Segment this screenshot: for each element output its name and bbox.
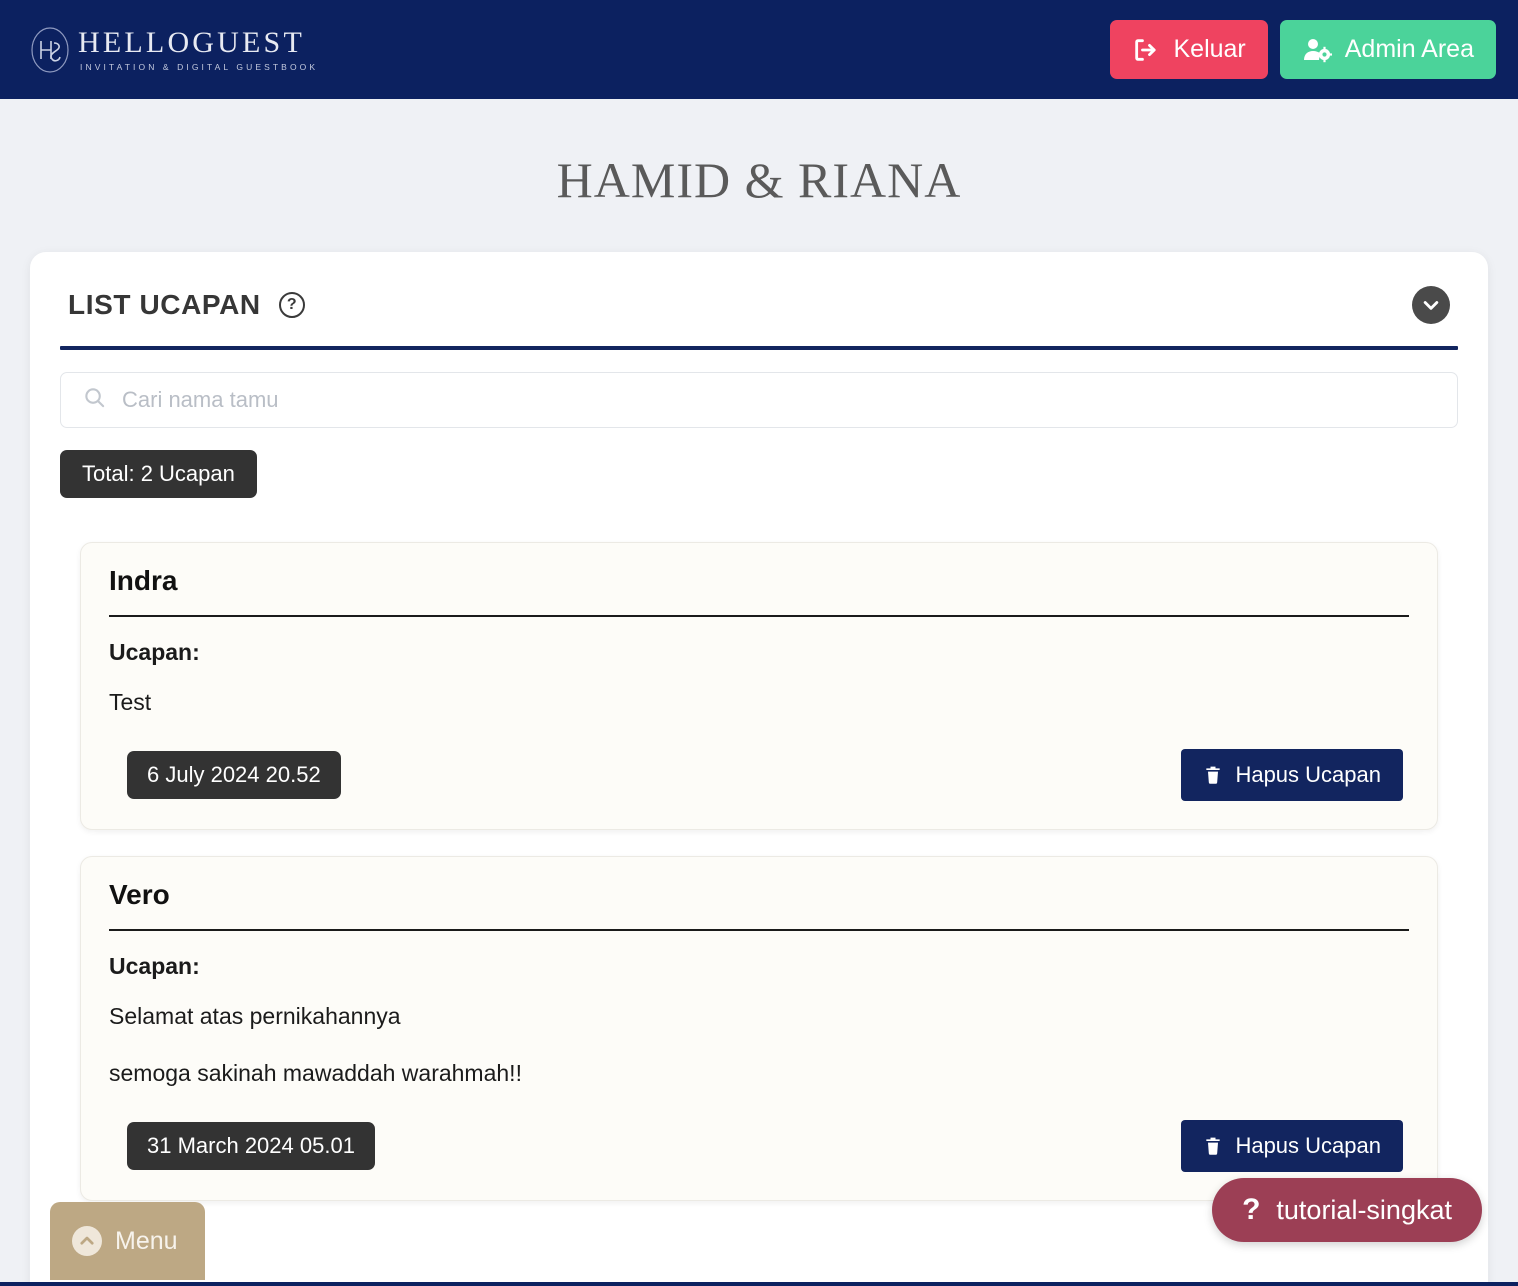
brand-name: HELLOGUEST [78,25,305,59]
chevron-up-icon [72,1226,102,1256]
question-mark-icon: ? [1242,1193,1261,1226]
tutorial-fab-label: tutorial-singkat [1276,1194,1452,1225]
search-box[interactable] [60,372,1458,428]
panel-title: LIST UCAPAN [68,289,261,320]
guest-list: Indra Ucapan: Test 6 July 2024 20.52 Hap… [60,542,1458,1201]
trash-icon [1203,1135,1223,1157]
page-body: HAMID & RIANA LIST UCAPAN ? Cari nama ta… [0,99,1518,1284]
guest-name: Vero [109,878,170,910]
chevron-down-icon[interactable] [1412,286,1450,324]
trash-icon [1203,764,1223,786]
tutorial-fab-button[interactable]: ? tutorial-singkat [1212,1178,1482,1242]
ucapan-message: Selamat atas pernikahannya semoga sakina… [109,1002,522,1087]
helloguest-monogram-icon [28,25,72,75]
card-footer: 31 March 2024 05.01 Hapus Ucapan [109,1120,1409,1172]
delete-ucapan-label: Hapus Ucapan [1235,1133,1381,1158]
total-count-badge: Total: 2 Ucapan [60,450,257,498]
panel-header: LIST UCAPAN ? [60,286,1458,324]
top-navbar: HELLOGUEST INVITATION & DIGITAL GUESTBOO… [0,0,1518,99]
navbar-actions: Keluar Admin Area [1110,20,1496,79]
logout-label: Keluar [1173,35,1246,63]
date-badge: 6 July 2024 20.52 [127,750,341,799]
panel-title-group: LIST UCAPAN ? [68,289,305,321]
card-divider [109,928,1409,931]
ucapan-message: Test [109,689,152,715]
admin-area-button[interactable]: Admin Area [1279,20,1496,79]
brand-logo[interactable]: HELLOGUEST INVITATION & DIGITAL GUESTBOO… [14,25,318,75]
delete-ucapan-label: Hapus Ucapan [1235,761,1381,787]
list-item: Vero Ucapan: Selamat atas pernikahannya … [80,855,1438,1201]
search-input[interactable] [122,387,1435,413]
menu-fab-button[interactable]: Menu [50,1202,205,1280]
menu-fab-label: Menu [115,1226,178,1255]
delete-ucapan-button[interactable]: Hapus Ucapan [1181,748,1403,801]
ucapan-label: Ucapan: [109,639,200,665]
list-ucapan-panel: LIST UCAPAN ? Total: 2 Ucapan [30,252,1488,1284]
bottom-accent-bar [0,1282,1518,1286]
ucapan-label: Ucapan: [109,952,200,979]
card-divider [109,615,1409,617]
page-title: HAMID & RIANA [556,152,962,208]
logout-button[interactable]: Keluar [1110,20,1268,79]
help-icon[interactable]: ? [278,292,305,318]
brand-tagline: INVITATION & DIGITAL GUESTBOOK [80,61,319,72]
user-gear-icon [1302,36,1332,64]
logout-icon [1132,36,1160,64]
panel-divider [60,346,1458,350]
guest-name: Indra [109,565,178,596]
delete-ucapan-button[interactable]: Hapus Ucapan [1181,1120,1403,1172]
card-footer: 6 July 2024 20.52 Hapus Ucapan [109,748,1409,801]
admin-area-label: Admin Area [1344,35,1474,63]
search-icon [83,386,106,414]
list-item: Indra Ucapan: Test 6 July 2024 20.52 Hap… [80,542,1438,830]
date-badge: 31 March 2024 05.01 [127,1122,375,1170]
